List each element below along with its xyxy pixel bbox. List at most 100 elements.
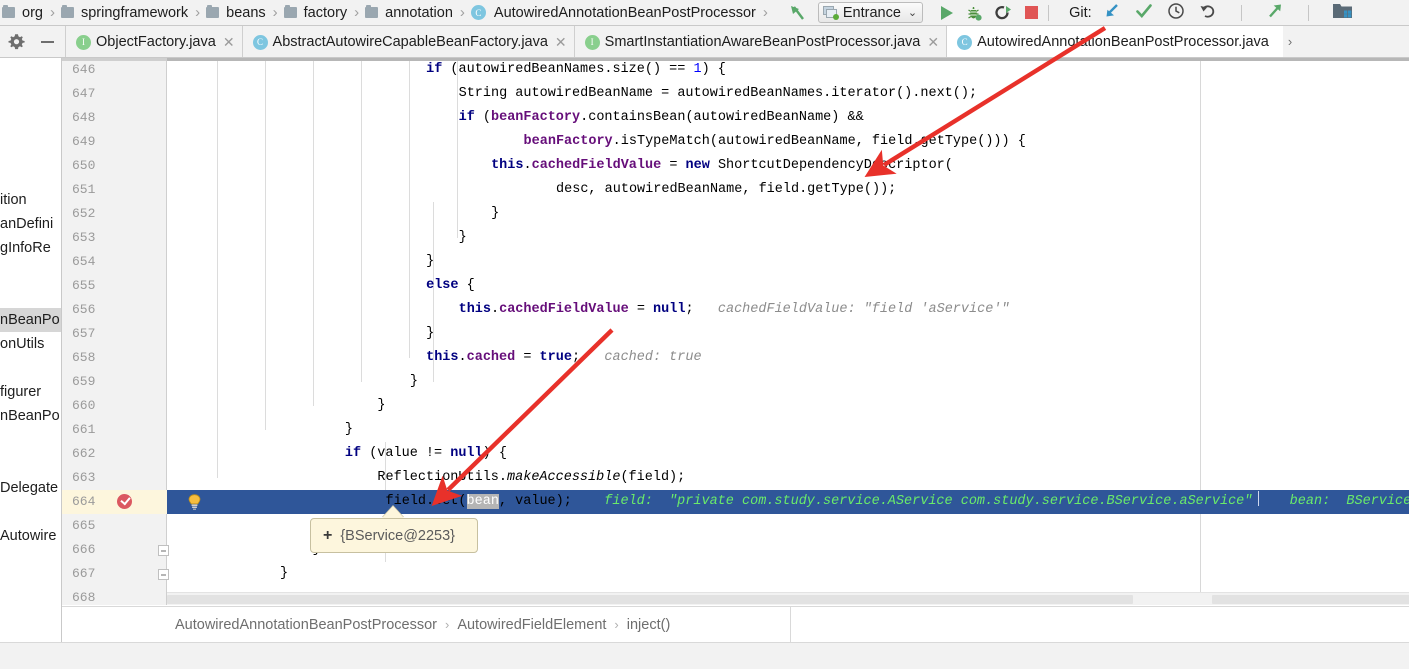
clock-icon[interactable] bbox=[1167, 2, 1185, 24]
breadcrumb-item-org[interactable]: org bbox=[0, 0, 46, 25]
code-line-655[interactable]: else { bbox=[167, 274, 1409, 298]
gear-icon[interactable] bbox=[8, 33, 25, 50]
left-panel-item-12[interactable]: Delegate bbox=[0, 476, 61, 500]
left-panel-item-2[interactable]: gInfoRe bbox=[0, 236, 61, 260]
gutter-line-665[interactable]: 665 bbox=[62, 514, 167, 538]
editor-breadcrumb-item-1[interactable]: AutowiredFieldElement bbox=[457, 617, 606, 633]
left-panel-item-0[interactable]: ition bbox=[0, 188, 61, 212]
close-icon[interactable]: ✕ bbox=[927, 35, 939, 49]
breadcrumb-item-autowiredannotationbeanpostprocessor[interactable]: C AutowiredAnnotationBeanPostProcessor bbox=[469, 0, 759, 25]
code-line-646[interactable]: if (autowiredBeanNames.size() == 1) { bbox=[167, 58, 1409, 82]
line-number: 658 bbox=[72, 350, 96, 365]
run-configuration-selector[interactable]: Entrance ⌄ bbox=[817, 2, 924, 23]
gutter-line-658[interactable]: 658 bbox=[62, 346, 167, 370]
gutter-line-664[interactable]: 664 bbox=[62, 490, 167, 514]
breadcrumb-item-factory[interactable]: factory bbox=[282, 0, 351, 25]
left-panel-item-1[interactable]: anDefini bbox=[0, 212, 61, 236]
close-icon[interactable]: ✕ bbox=[223, 35, 235, 49]
bug-icon[interactable] bbox=[966, 5, 982, 21]
left-panel-item-8[interactable]: figurer bbox=[0, 380, 61, 404]
up-left-arrow-icon[interactable] bbox=[788, 3, 808, 23]
gutter-line-649[interactable]: 649 bbox=[62, 130, 167, 154]
gutter-line-668[interactable]: 668 bbox=[62, 586, 167, 605]
code-line-652[interactable]: } bbox=[167, 202, 1409, 226]
gutter-line-667[interactable]: 667 bbox=[62, 562, 169, 586]
gutter-line-663[interactable]: 663 bbox=[62, 466, 167, 490]
gutter-line-654[interactable]: 654 bbox=[62, 250, 167, 274]
play-triangle-icon[interactable] bbox=[941, 5, 954, 20]
left-panel-item-14[interactable]: Autowire bbox=[0, 524, 61, 548]
breadcrumb-item-annotation[interactable]: annotation bbox=[363, 0, 456, 25]
gutter-line-648[interactable]: 648 bbox=[62, 106, 167, 130]
code-line-659[interactable]: } bbox=[167, 370, 1409, 394]
lightbulb-icon[interactable] bbox=[187, 494, 202, 510]
editor-breadcrumb-item-2[interactable]: inject() bbox=[627, 617, 671, 633]
code-line-653[interactable]: } bbox=[167, 226, 1409, 250]
debug-value-tooltip[interactable]: + {BService@2253} bbox=[310, 518, 478, 553]
close-icon[interactable]: ✕ bbox=[555, 35, 567, 49]
left-panel-item-4[interactable] bbox=[0, 284, 61, 308]
code-line-650[interactable]: this.cachedFieldValue = new ShortcutDepe… bbox=[167, 154, 1409, 178]
module-icon[interactable] bbox=[1332, 2, 1353, 23]
code-line-664[interactable]: field.set(bean, value); field: "private … bbox=[167, 490, 1409, 514]
gutter-line-662[interactable]: 662 bbox=[62, 442, 167, 466]
editor-tab-3[interactable]: C AutowiredAnnotationBeanPostProcessor.ja… bbox=[946, 26, 1283, 57]
gutter-line-653[interactable]: 653 bbox=[62, 226, 167, 250]
code-line-656[interactable]: this.cachedFieldValue = null; cachedFiel… bbox=[167, 298, 1409, 322]
editor-tab-0[interactable]: I ObjectFactory.java ✕ bbox=[65, 26, 242, 57]
editor-gutter[interactable]: 646 647 648 649 650 651 652 653 654 655 656 657 658 6… bbox=[62, 58, 169, 605]
left-panel-item-3[interactable] bbox=[0, 260, 61, 284]
code-line-667[interactable]: } bbox=[167, 562, 1409, 586]
rerun-coverage-icon[interactable] bbox=[995, 5, 1012, 21]
gutter-line-650[interactable]: 650 bbox=[62, 154, 167, 178]
undo-arrow-icon[interactable] bbox=[1199, 2, 1217, 24]
code-line-649[interactable]: beanFactory.isTypeMatch(autowiredBeanNam… bbox=[167, 130, 1409, 154]
code-line-654[interactable]: } bbox=[167, 250, 1409, 274]
gutter-line-659[interactable]: 659 bbox=[62, 370, 167, 394]
editor-tab-1[interactable]: C AbstractAutowireCapableBeanFactory.java… bbox=[241, 26, 574, 57]
left-panel-item-10[interactable] bbox=[0, 428, 61, 452]
scrollbar-thumb[interactable] bbox=[167, 595, 1133, 604]
editor-tab-2[interactable]: I SmartInstantiationAwareBeanPostProcesso… bbox=[573, 26, 947, 57]
code-editor[interactable]: 646 647 648 649 650 651 652 653 654 655 656 657 658 6… bbox=[62, 58, 1409, 605]
code-line-663[interactable]: ReflectionUtils.makeAccessible(field); bbox=[167, 466, 1409, 490]
left-panel-item-11[interactable] bbox=[0, 452, 61, 476]
gutter-line-655[interactable]: 655 bbox=[62, 274, 167, 298]
minus-icon[interactable] bbox=[41, 40, 54, 43]
code-line-657[interactable]: } bbox=[167, 322, 1409, 346]
gutter-line-646[interactable]: 646 bbox=[62, 58, 167, 82]
horizontal-scrollbar[interactable] bbox=[167, 592, 1409, 605]
breadcrumb-item-springframework[interactable]: springframework bbox=[59, 0, 191, 25]
stop-square-icon[interactable] bbox=[1025, 6, 1039, 19]
gutter-line-652[interactable]: 652 bbox=[62, 202, 167, 226]
expand-icon[interactable]: + bbox=[323, 527, 332, 545]
scrollbar-thumb-secondary[interactable] bbox=[1212, 595, 1409, 604]
code-line-651[interactable]: desc, autowiredBeanName, field.getType()… bbox=[167, 178, 1409, 202]
gutter-line-651[interactable]: 651 bbox=[62, 178, 167, 202]
gutter-line-661[interactable]: 661 bbox=[62, 418, 167, 442]
gutter-line-647[interactable]: 647 bbox=[62, 82, 167, 106]
left-panel-item-6[interactable]: onUtils bbox=[0, 332, 61, 356]
code-line-648[interactable]: if (beanFactory.containsBean(autowiredBe… bbox=[167, 106, 1409, 130]
gutter-line-656[interactable]: 656 bbox=[62, 298, 167, 322]
editor-breadcrumb-item-0[interactable]: AutowiredAnnotationBeanPostProcessor bbox=[175, 617, 437, 633]
left-panel-item-13[interactable] bbox=[0, 500, 61, 524]
arrow-up-right-icon[interactable] bbox=[1266, 2, 1284, 24]
gutter-line-660[interactable]: 660 bbox=[62, 394, 167, 418]
arrow-down-left-icon[interactable] bbox=[1103, 2, 1121, 24]
checkmark-icon[interactable] bbox=[1135, 2, 1153, 24]
left-panel-item-9[interactable]: nBeanPo bbox=[0, 404, 61, 428]
code-line-658[interactable]: this.cached = true; cached: true bbox=[167, 346, 1409, 370]
code-line-662[interactable]: if (value != null) { bbox=[167, 442, 1409, 466]
chevron-down-icon[interactable]: ⌄ bbox=[908, 6, 917, 19]
code-line-661[interactable]: } bbox=[167, 418, 1409, 442]
breadcrumb-item-beans[interactable]: beans bbox=[204, 0, 269, 25]
tab-overflow-chevron-icon[interactable]: › bbox=[1283, 26, 1297, 57]
code-line-660[interactable]: } bbox=[167, 394, 1409, 418]
left-panel-item-5[interactable]: nBeanPo bbox=[0, 308, 61, 332]
code-line-647[interactable]: String autowiredBeanName = autowiredBean… bbox=[167, 82, 1409, 106]
gutter-line-666[interactable]: 666 bbox=[62, 538, 169, 562]
breakpoint-verified-icon[interactable] bbox=[117, 494, 132, 509]
left-panel-item-7[interactable] bbox=[0, 356, 61, 380]
gutter-line-657[interactable]: 657 bbox=[62, 322, 167, 346]
